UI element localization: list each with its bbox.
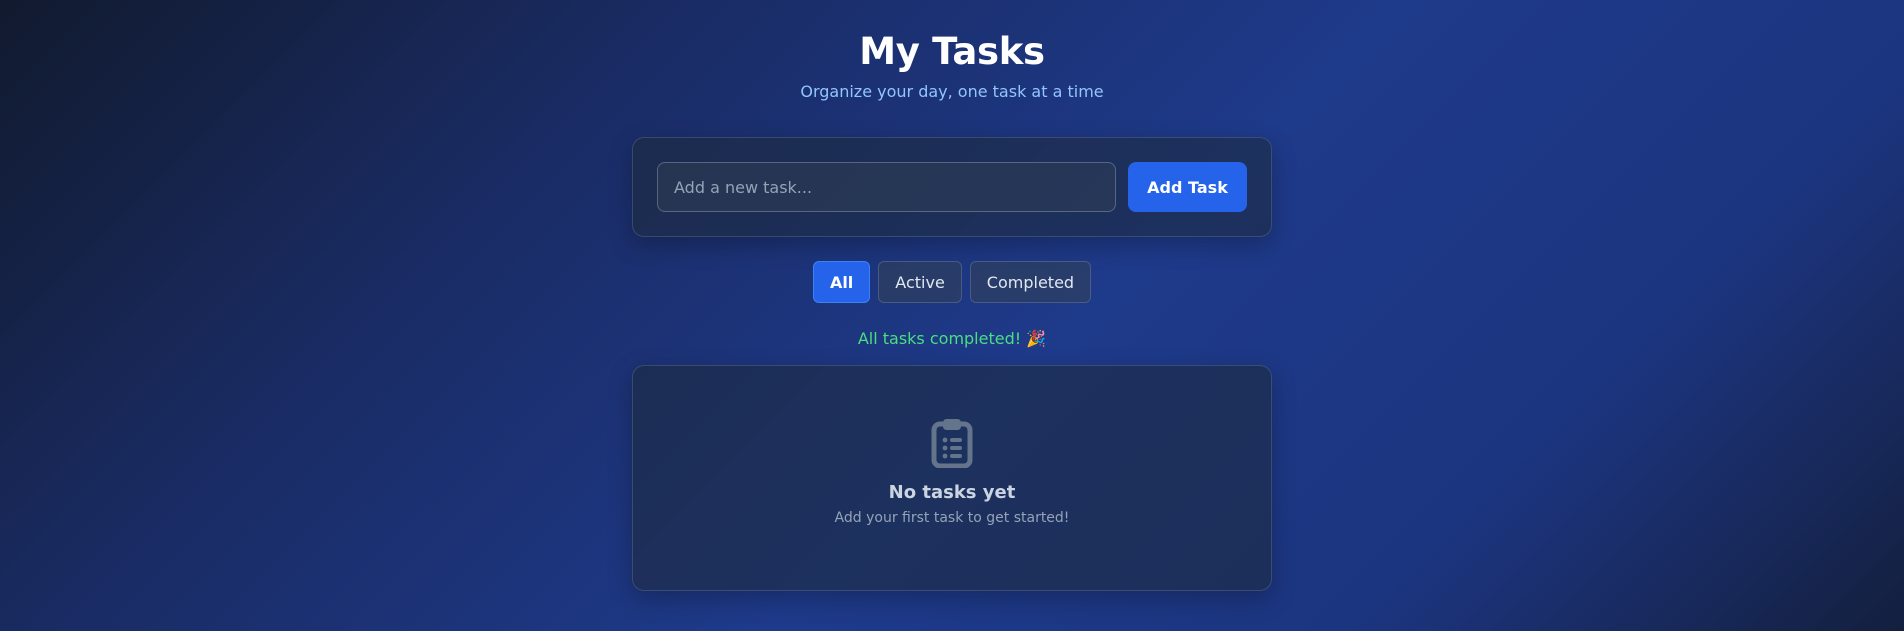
status-message-text: All tasks completed! [857, 329, 1022, 348]
page-subtitle: Organize your day, one task at a time [800, 82, 1104, 101]
empty-state-card: No tasks yet Add your first task to get … [632, 365, 1272, 591]
filter-completed-button[interactable]: Completed [969, 261, 1092, 303]
add-task-button[interactable]: Add Task [1128, 162, 1247, 212]
empty-state-title: No tasks yet [888, 482, 1016, 503]
party-popper-icon: 🎉 [1026, 329, 1047, 348]
clipboard-list-icon [931, 419, 973, 468]
page-title: My Tasks [859, 30, 1045, 73]
new-task-card: Add Task [632, 137, 1272, 237]
todo-app: My Tasks Organize your day, one task at … [632, 0, 1272, 591]
filter-all-button[interactable]: All [812, 261, 871, 303]
empty-state-subtitle: Add your first task to get started! [834, 510, 1070, 526]
filter-tabs: All Active Completed [632, 261, 1272, 303]
filter-active-button[interactable]: Active [878, 261, 962, 303]
status-message: All tasks completed! 🎉 [632, 329, 1272, 349]
new-task-input[interactable] [657, 162, 1116, 212]
